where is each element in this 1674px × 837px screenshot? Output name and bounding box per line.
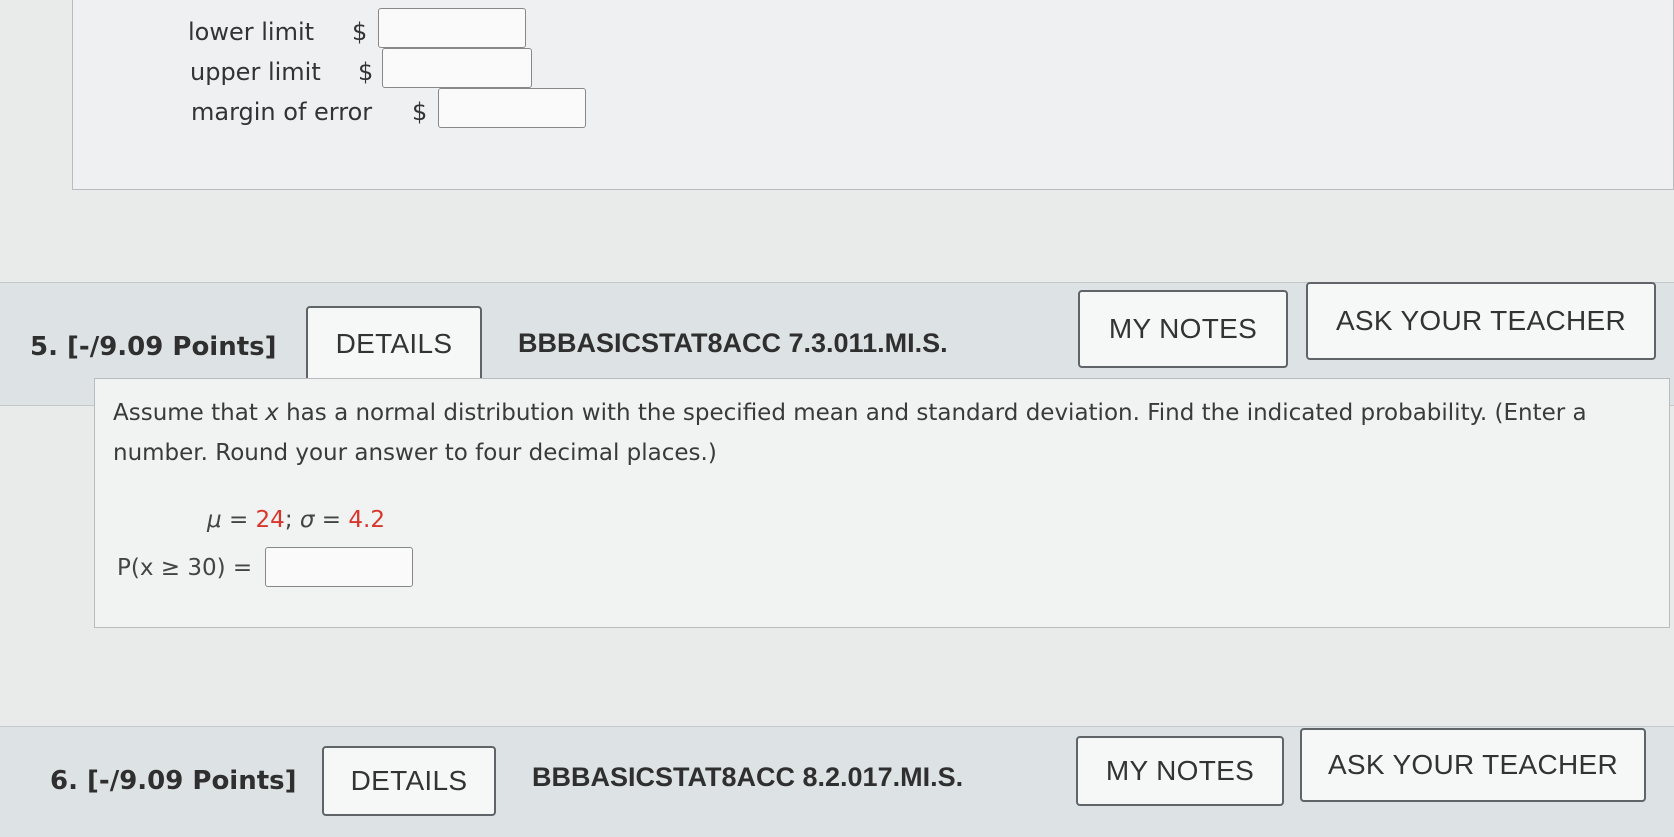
probability-label: P(x ≥ 30) = [117, 555, 253, 581]
question-5-details-button[interactable]: DETAILS [306, 306, 482, 382]
question-6-code: BBBASICSTAT8ACC 8.2.017.MI.S. [532, 762, 964, 792]
question-6-my-notes-button[interactable]: MY NOTES [1076, 736, 1284, 806]
margin-of-error-input[interactable] [438, 88, 586, 128]
mu-symbol: μ [207, 507, 222, 533]
upper-limit-input[interactable] [382, 48, 532, 88]
margin-of-error-label: margin of error [191, 98, 373, 126]
lower-limit-label: lower limit [188, 18, 315, 46]
question-5-prompt: Assume that x has a normal distribution … [113, 393, 1653, 473]
question-6-number: 6. [-/9.09 Points] [50, 766, 297, 796]
probability-answer-input[interactable] [265, 547, 413, 587]
question-5-my-notes-button[interactable]: MY NOTES [1078, 290, 1288, 368]
sigma-symbol: σ [299, 507, 315, 533]
question-5-number: 5. [-/9.09 Points] [30, 332, 277, 362]
prompt-part-1: Assume that [113, 400, 266, 426]
lower-limit-currency: $ [352, 18, 368, 46]
lower-limit-input[interactable] [378, 8, 526, 48]
lower-limit-row: lower limit [188, 18, 314, 46]
upper-limit-row: upper limit [190, 58, 321, 86]
sigma-value: 4.2 [348, 507, 385, 533]
question-5-body: Assume that x has a normal distribution … [94, 378, 1670, 628]
margin-of-error-row: margin of error [191, 98, 372, 126]
question-5-ask-teacher-button[interactable]: ASK YOUR TEACHER [1306, 282, 1656, 360]
question-6-details-button[interactable]: DETAILS [322, 746, 496, 816]
prompt-variable: x [265, 400, 279, 426]
question-5-code: BBBASICSTAT8ACC 7.3.011.MI.S. [518, 328, 948, 358]
mu-equals: = [221, 507, 256, 533]
question-6-ask-teacher-button[interactable]: ASK YOUR TEACHER [1300, 728, 1646, 802]
mu-value: 24 [255, 507, 285, 533]
upper-limit-currency: $ [358, 58, 374, 86]
margin-of-error-currency: $ [412, 98, 428, 126]
upper-limit-label: upper limit [190, 58, 321, 86]
prompt-part-2: has a normal distribution with the speci… [113, 400, 1587, 466]
sigma-equals: = [314, 507, 349, 533]
distribution-parameters: μ = 24; σ = 4.2 [207, 507, 385, 533]
param-separator: ; [284, 507, 300, 533]
